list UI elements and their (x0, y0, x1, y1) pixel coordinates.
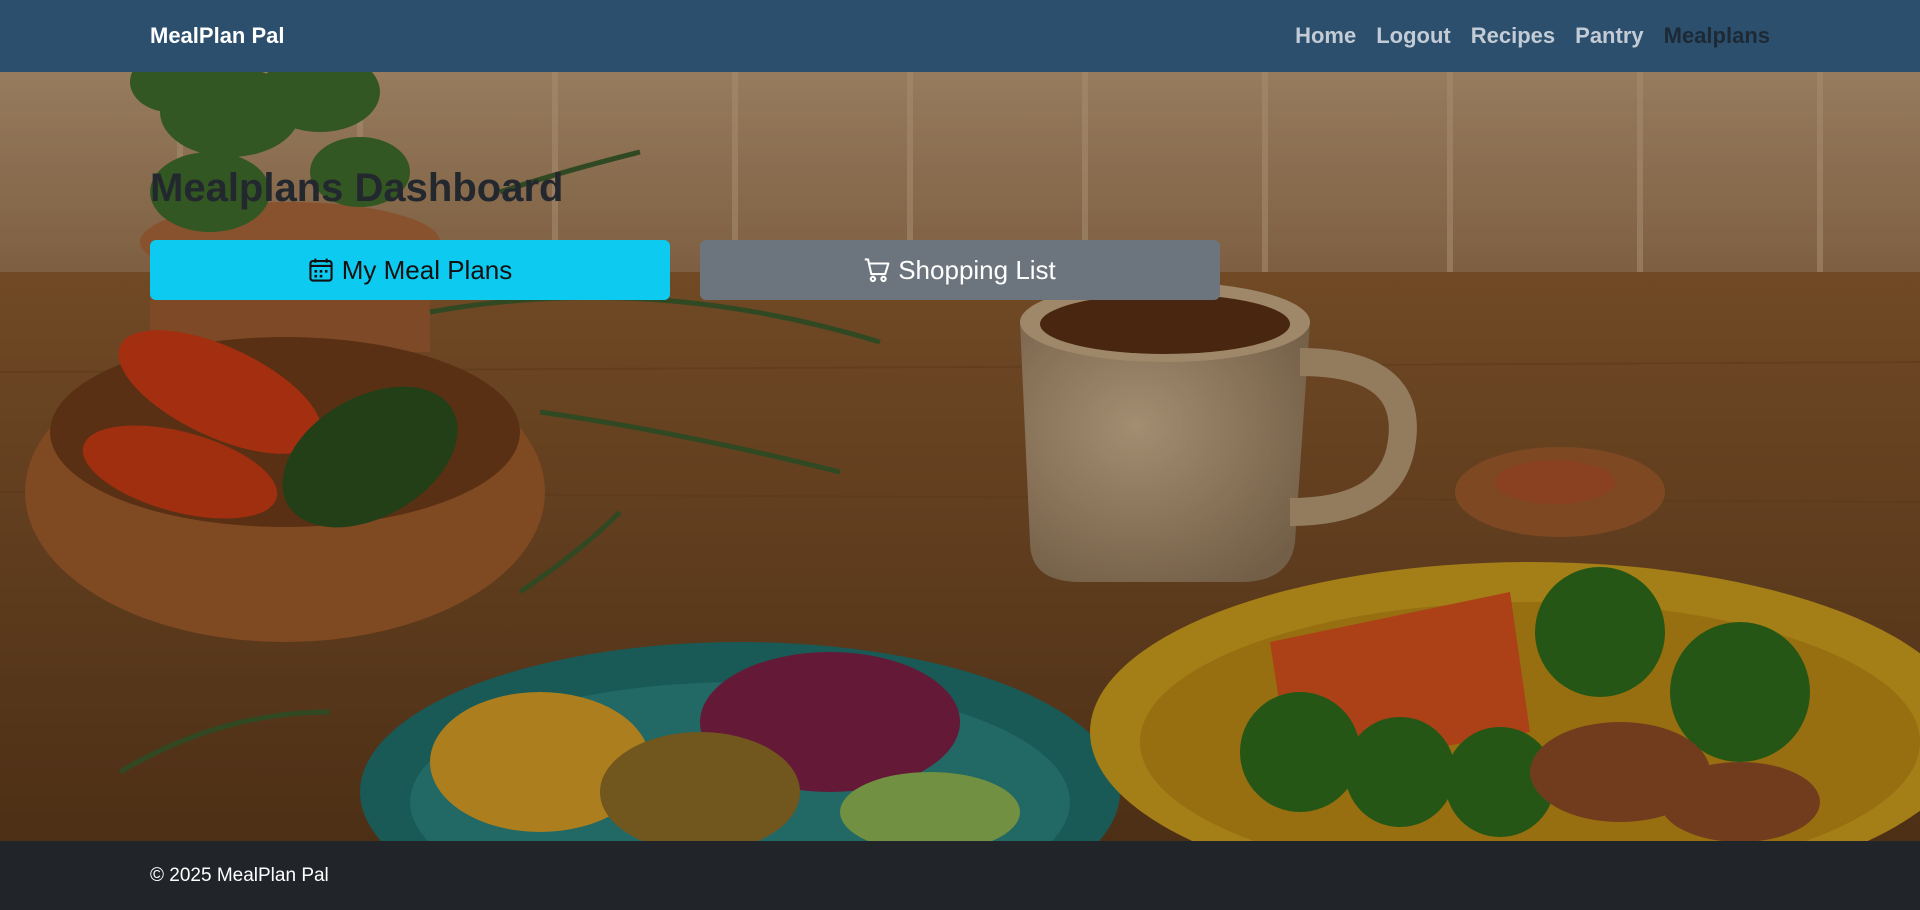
nav-pantry-link[interactable]: Pantry (1575, 23, 1643, 49)
footer: © 2025 MealPlan Pal (0, 841, 1920, 910)
cart-icon (864, 257, 890, 283)
nav-home-link[interactable]: Home (1295, 23, 1356, 49)
shopping-list-label: Shopping List (898, 254, 1056, 285)
page-title: Mealplans Dashboard (150, 166, 564, 210)
my-meal-plans-label: My Meal Plans (341, 254, 513, 285)
nav-recipes-link[interactable]: Recipes (1471, 23, 1555, 49)
brand-link[interactable]: MealPlan Pal (150, 23, 285, 49)
calendar-icon (308, 257, 334, 283)
hero-section: Mealplans Dashboard My Meal Plans Shoppi… (0, 72, 1920, 841)
nav-mealplans-link[interactable]: Mealplans (1664, 23, 1770, 49)
nav-links: Home Logout Recipes Pantry Mealplans (1295, 23, 1770, 49)
footer-copyright: © 2025 MealPlan Pal (150, 864, 329, 886)
my-meal-plans-button[interactable]: My Meal Plans (150, 240, 670, 300)
nav-logout-link[interactable]: Logout (1376, 23, 1451, 49)
top-navbar: MealPlan Pal Home Logout Recipes Pantry … (0, 0, 1920, 72)
shopping-list-button[interactable]: Shopping List (700, 240, 1220, 300)
